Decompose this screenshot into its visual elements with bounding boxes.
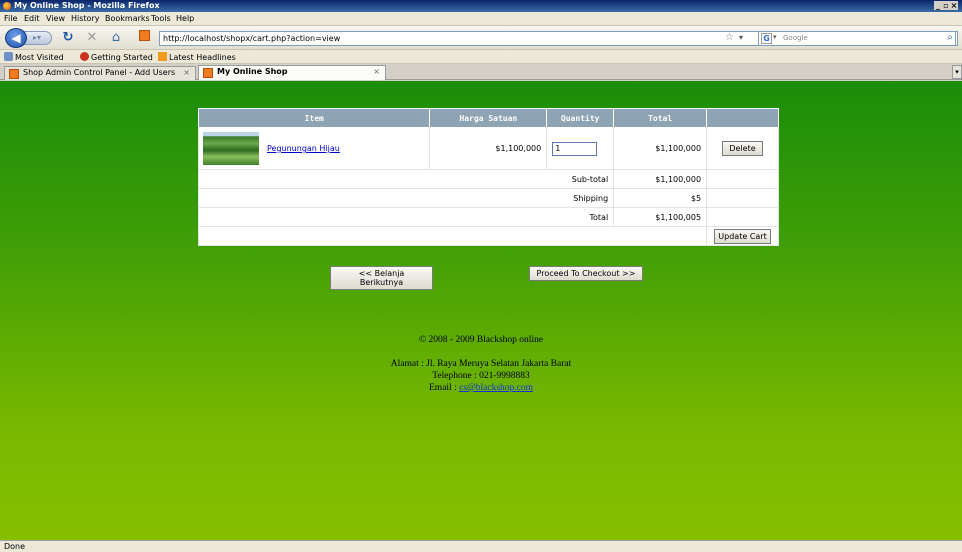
menu-help[interactable]: Help bbox=[176, 14, 194, 23]
column-quantity: Quantity bbox=[546, 108, 615, 128]
bookmark-most-visited[interactable]: Most Visited bbox=[4, 52, 64, 62]
empty-cell bbox=[706, 207, 779, 227]
total-value: $1,100,005 bbox=[613, 207, 708, 227]
menu-edit[interactable]: Edit bbox=[24, 14, 40, 23]
footer-phone: Telephone : 021-9998883 bbox=[432, 371, 530, 381]
window-title-bar: My Online Shop - Mozilla Firefox _ ▫ × bbox=[0, 0, 962, 12]
subtotal-row: Sub-total $1,100,000 bbox=[197, 169, 779, 189]
item-total-cell: $1,100,000 bbox=[613, 127, 708, 170]
quantity-input[interactable] bbox=[552, 141, 598, 156]
firefox-icon bbox=[3, 2, 11, 10]
page-icon bbox=[136, 30, 152, 46]
minimize-button[interactable]: _ bbox=[934, 1, 942, 10]
bookmarks-toolbar: Most Visited Getting Started Latest Head… bbox=[0, 50, 962, 64]
most-visited-icon bbox=[4, 52, 13, 61]
menu-history[interactable]: History bbox=[71, 14, 99, 23]
empty-cell bbox=[197, 226, 708, 246]
close-button[interactable]: × bbox=[950, 1, 958, 10]
subtotal-label: Sub-total bbox=[197, 169, 615, 189]
cart-item-row: Pegunungan Hijau $1,100,000 $1,100,000 D… bbox=[197, 127, 779, 170]
menu-bar: File Edit View History Bookmarks Tools H… bbox=[0, 12, 962, 26]
shipping-value: $5 bbox=[613, 188, 708, 208]
footer-email-label: Email : bbox=[429, 383, 460, 393]
cart-header-row: Item Harga Satuan Quantity Total bbox=[197, 108, 779, 128]
item-cell: Pegunungan Hijau bbox=[197, 127, 431, 170]
reload-icon[interactable]: ↻ bbox=[60, 30, 76, 46]
maximize-button[interactable]: ▫ bbox=[942, 1, 950, 10]
footer-copyright: © 2008 - 2009 Blackshop online bbox=[418, 335, 544, 345]
shipping-label: Shipping bbox=[197, 188, 615, 208]
bookmark-label: Most Visited bbox=[15, 53, 64, 62]
tab-favicon-icon bbox=[203, 68, 213, 78]
subtotal-value: $1,100,000 bbox=[613, 169, 708, 189]
footer-address: Alamat : Jl. Raya Meruya Selatan Jakarta… bbox=[390, 359, 572, 369]
delete-button[interactable]: Delete bbox=[722, 141, 763, 156]
column-action bbox=[706, 108, 779, 128]
bookmark-latest-headlines[interactable]: Latest Headlines bbox=[158, 52, 236, 62]
update-row: Update Cart bbox=[197, 226, 779, 246]
checkout-button[interactable]: Proceed To Checkout >> bbox=[529, 266, 643, 281]
window-title: My Online Shop - Mozilla Firefox bbox=[14, 1, 160, 10]
menu-tools[interactable]: Tools bbox=[151, 14, 171, 23]
menu-view[interactable]: View bbox=[46, 14, 65, 23]
url-text: http://localhost/shopx/cart.php?action=v… bbox=[163, 34, 341, 43]
tab-shop-admin[interactable]: Shop Admin Control Panel - Add Users × bbox=[4, 66, 196, 80]
window-controls: _ ▫ × bbox=[934, 1, 960, 11]
menu-file[interactable]: File bbox=[4, 14, 17, 23]
action-cell: Delete bbox=[706, 127, 779, 170]
url-dropdown-icon[interactable]: ▾ bbox=[739, 33, 743, 42]
footer-email-line: Email : cs@blackshop.com bbox=[0, 382, 962, 394]
menu-bookmarks[interactable]: Bookmarks bbox=[105, 14, 150, 23]
tab-label: My Online Shop bbox=[217, 67, 288, 76]
footer-email-link[interactable]: cs@blackshop.com bbox=[459, 383, 533, 393]
tab-bar: Shop Admin Control Panel - Add Users × M… bbox=[0, 64, 962, 80]
unit-price-cell: $1,100,000 bbox=[429, 127, 548, 170]
update-cell: Update Cart bbox=[706, 226, 779, 246]
engine-dropdown-icon[interactable]: ▾ bbox=[773, 33, 777, 41]
column-unit-price: Harga Satuan bbox=[429, 108, 548, 128]
page-footer: © 2008 - 2009 Blackshop online Alamat : … bbox=[0, 334, 962, 394]
back-button[interactable]: ◀ bbox=[5, 28, 27, 48]
shipping-row: Shipping $5 bbox=[197, 188, 779, 208]
bookmark-star-icon[interactable]: ☆ bbox=[725, 32, 734, 43]
tab-label: Shop Admin Control Panel - Add Users bbox=[23, 68, 176, 77]
stop-icon[interactable]: ✕ bbox=[84, 30, 100, 46]
tab-close-icon[interactable]: × bbox=[183, 67, 190, 79]
page-content: Item Harga Satuan Quantity Total Pegunun… bbox=[0, 81, 962, 540]
tab-close-icon[interactable]: × bbox=[373, 66, 380, 78]
total-row: Total $1,100,005 bbox=[197, 207, 779, 227]
cart-table: Item Harga Satuan Quantity Total Pegunun… bbox=[197, 108, 779, 246]
google-engine-icon[interactable]: G bbox=[761, 33, 772, 44]
getting-started-icon bbox=[80, 52, 89, 61]
product-thumbnail[interactable] bbox=[203, 132, 259, 165]
search-placeholder: Google bbox=[783, 34, 808, 42]
status-bar: Done bbox=[0, 540, 962, 552]
update-cart-button[interactable]: Update Cart bbox=[714, 228, 771, 244]
search-icon[interactable]: ⌕ bbox=[947, 32, 953, 43]
continue-shopping-button[interactable]: << Belanja Berikutnya bbox=[330, 266, 433, 290]
tab-list-dropdown-icon[interactable]: ▾ bbox=[952, 65, 962, 79]
bookmark-label: Getting Started bbox=[91, 53, 153, 62]
quantity-cell bbox=[546, 127, 615, 170]
tab-favicon-icon bbox=[9, 69, 19, 79]
rss-feed-icon bbox=[158, 52, 167, 61]
total-label: Total bbox=[197, 207, 615, 227]
empty-cell bbox=[706, 188, 779, 208]
bookmark-getting-started[interactable]: Getting Started bbox=[80, 52, 153, 62]
forward-button[interactable]: ▸▾ bbox=[24, 31, 52, 45]
navigation-toolbar: ▸▾ ◀ ↻ ✕ ⌂ http://localhost/shopx/cart.p… bbox=[0, 26, 962, 50]
bookmark-label: Latest Headlines bbox=[169, 53, 236, 62]
column-total: Total bbox=[613, 108, 708, 128]
empty-cell bbox=[706, 169, 779, 189]
status-text: Done bbox=[4, 542, 26, 551]
tab-my-online-shop[interactable]: My Online Shop × bbox=[198, 65, 386, 80]
column-item: Item bbox=[197, 108, 431, 128]
home-icon[interactable]: ⌂ bbox=[108, 30, 124, 46]
product-link[interactable]: Pegunungan Hijau bbox=[267, 144, 340, 153]
cart-navigation: << Belanja Berikutnya Proceed To Checkou… bbox=[0, 266, 962, 290]
search-box[interactable]: G ▾ Google ⌕ bbox=[758, 31, 956, 46]
